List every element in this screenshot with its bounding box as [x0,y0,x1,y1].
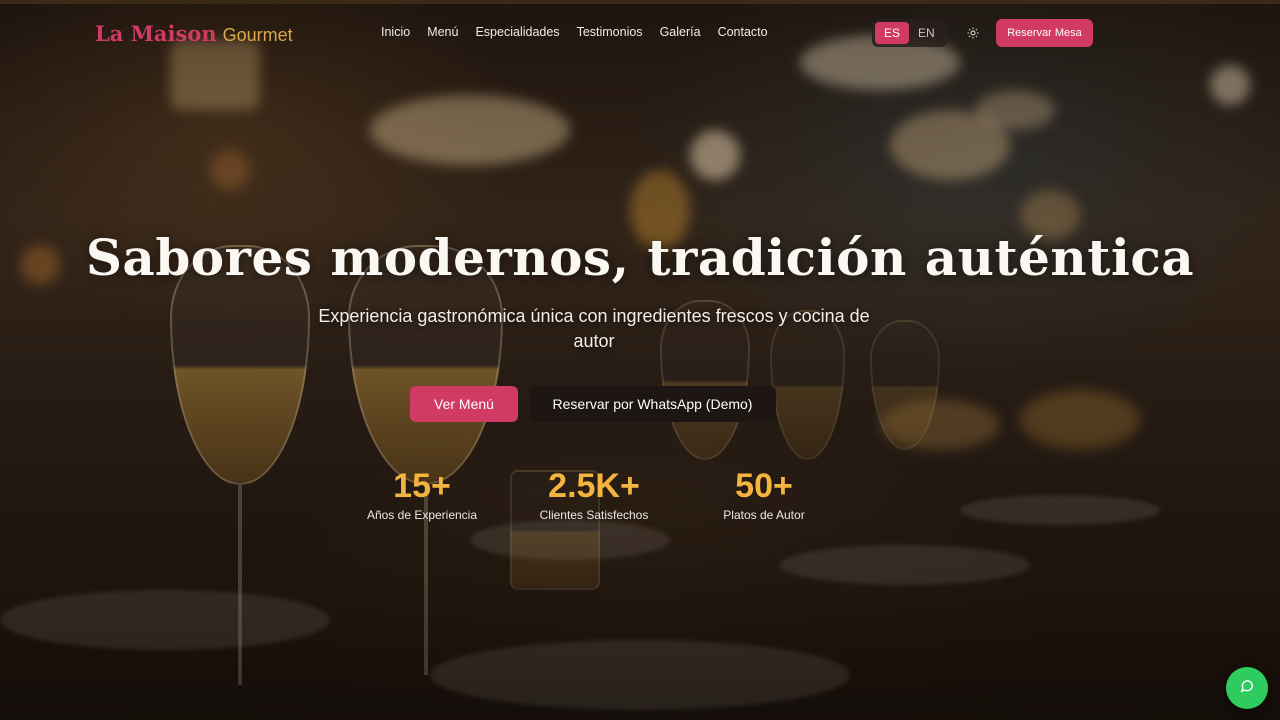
hero-title: Sabores modernos, tradición auténtica [85,228,1195,287]
whatsapp-reserve-button[interactable]: Reservar por WhatsApp (Demo) [529,386,776,422]
nav-item-contacto[interactable]: Contacto [718,25,768,39]
stat-label: Platos de Autor [723,508,805,522]
brand-name-secondary: Gourmet [222,25,293,45]
language-en-button[interactable]: EN [909,22,944,44]
nav-item-especialidades[interactable]: Especialidades [475,25,559,39]
brand-logo[interactable]: La Maison Gourmet [95,21,293,46]
stat-years: 15+ Años de Experiencia [362,466,482,522]
hero-subtitle: Experiencia gastronómica única con ingre… [318,306,870,351]
nav-item-inicio[interactable]: Inicio [381,25,410,39]
stat-dishes: 50+ Platos de Autor [712,466,816,522]
brand-name-primary: La Maison [95,21,217,46]
stat-value: 2.5K+ [548,467,640,505]
nav-item-menu[interactable]: Menú [427,25,458,39]
chat-button[interactable] [1226,667,1268,709]
language-es-button[interactable]: ES [875,22,910,44]
main-menu: Inicio Menú Especialidades Testimonios G… [381,25,768,39]
hero-background [0,0,1280,720]
nav-item-galeria[interactable]: Galería [660,25,701,39]
reserve-table-button[interactable]: Reservar Mesa [996,19,1093,47]
stat-label: Años de Experiencia [366,508,478,522]
nav-item-testimonios[interactable]: Testimonios [577,25,643,39]
stat-clients: 2.5K+ Clientes Satisfechos [530,466,658,522]
language-switcher: ES EN [872,19,947,47]
sun-icon[interactable] [964,24,982,42]
stat-value: 50+ [735,467,793,505]
stat-label: Clientes Satisfechos [539,508,649,522]
chat-bubble-icon [1240,679,1254,698]
view-menu-button[interactable]: Ver Menú [410,386,518,422]
stat-value: 15+ [393,467,451,505]
